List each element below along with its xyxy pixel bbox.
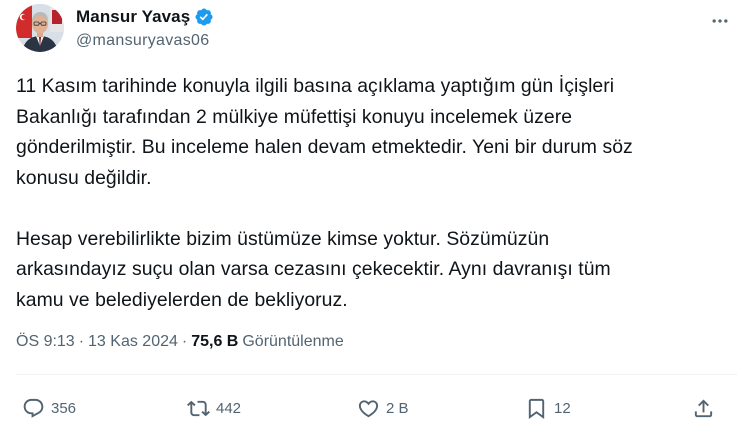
- like-count: 2 B: [386, 399, 409, 417]
- divider: [16, 374, 737, 375]
- share-button[interactable]: [692, 393, 715, 423]
- bookmark-button[interactable]: 12: [525, 393, 571, 423]
- repost-count: 442: [216, 399, 242, 417]
- tweet-meta: ÖS 9:13 · 13 Kas 2024 · 75,6 B Görüntüle…: [16, 333, 344, 351]
- avatar[interactable]: [16, 4, 64, 52]
- more-horizontal-icon: [712, 19, 728, 23]
- like-button[interactable]: 2 B: [357, 393, 409, 423]
- reply-button[interactable]: 356: [22, 393, 76, 423]
- meta-separator: ·: [78, 333, 85, 350]
- verified-badge-icon: [194, 7, 214, 27]
- reply-count: 356: [51, 399, 77, 417]
- action-bar: 356 442 2 B 12: [16, 393, 735, 423]
- share-icon: [694, 398, 713, 417]
- bookmark-icon: [528, 398, 545, 419]
- reply-icon: [23, 398, 44, 418]
- repost-icon: [187, 400, 210, 416]
- repost-button[interactable]: 442: [187, 393, 241, 423]
- views-label: Görüntülenme: [242, 333, 344, 350]
- name-row: Mansur Yavaş: [76, 6, 214, 28]
- bookmark-count: 12: [554, 399, 571, 417]
- avatar-image: [16, 4, 64, 52]
- tweet-date[interactable]: 13 Kas 2024: [88, 333, 178, 351]
- display-name[interactable]: Mansur Yavaş: [76, 7, 190, 27]
- tweet-text: 11 Kasım tarihinde konuyla ilgili basına…: [16, 75, 633, 311]
- handle[interactable]: @mansuryavas06: [76, 32, 214, 50]
- more-options-button[interactable]: [703, 6, 737, 36]
- meta-separator: ·: [181, 333, 188, 350]
- views-count[interactable]: 75,6 B: [191, 333, 238, 351]
- heart-icon: [358, 399, 379, 417]
- author-info: Mansur Yavaş @mansuryavas06: [76, 6, 214, 50]
- tweet-header: Mansur Yavaş @mansuryavas06: [16, 4, 737, 60]
- tweet-card: Mansur Yavaş @mansuryavas06 11 Kasım tar…: [0, 0, 753, 447]
- tweet-time[interactable]: ÖS 9:13: [16, 333, 75, 351]
